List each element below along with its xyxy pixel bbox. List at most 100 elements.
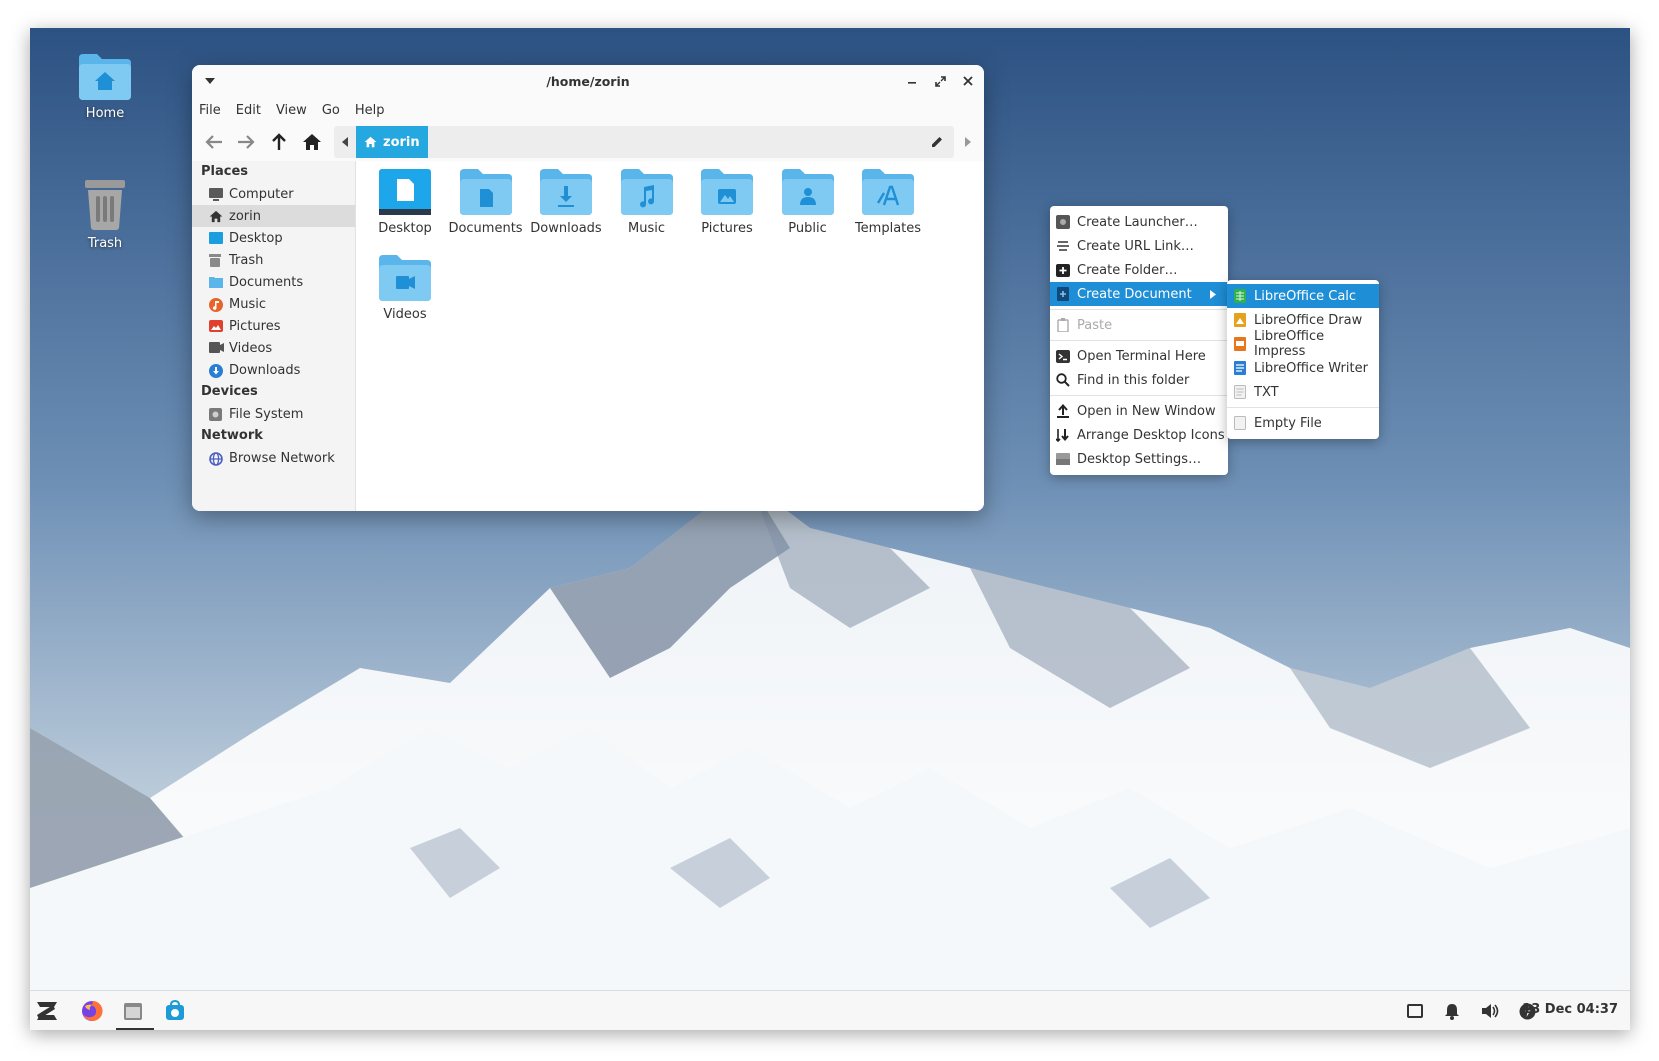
documents-icon	[209, 276, 223, 288]
firefox-icon	[82, 1000, 103, 1021]
menu-edit[interactable]: Edit	[236, 103, 261, 118]
sidebar-item-desktop[interactable]: Desktop	[192, 227, 355, 249]
software-store-button[interactable]	[160, 996, 190, 1026]
menu-item-label: Paste	[1077, 317, 1113, 333]
menu-item-label: Find in this folder	[1077, 372, 1190, 388]
menu-item-label: Create Document	[1077, 286, 1192, 302]
folder-music[interactable]: Music	[605, 165, 689, 236]
path-scroll-right-icon[interactable]	[965, 137, 971, 147]
workspace-icon	[1407, 1004, 1423, 1018]
menu-item-label: Create Launcher…	[1077, 214, 1198, 230]
menu-help[interactable]: Help	[355, 103, 385, 118]
up-button[interactable]	[265, 129, 293, 155]
forward-button[interactable]	[232, 129, 260, 155]
maximize-button[interactable]	[930, 71, 950, 91]
menu-item-empty-file[interactable]: Empty File	[1227, 411, 1379, 435]
folder-documents[interactable]: Documents	[444, 165, 528, 236]
folder-downloads[interactable]: Downloads	[524, 165, 608, 236]
minimize-button[interactable]	[902, 71, 922, 91]
file-view[interactable]: Desktop Documents Downloads Music Pictur…	[357, 161, 984, 511]
terminal-icon	[1056, 349, 1070, 363]
desktop-icon-trash[interactable]: Trash	[50, 176, 160, 251]
menu-item-open-in-new-window[interactable]: Open in New Window	[1050, 399, 1228, 423]
menu-view[interactable]: View	[276, 103, 307, 118]
firefox-button[interactable]	[77, 996, 107, 1026]
menu-bar: File Edit View Go Help	[192, 97, 984, 123]
home-icon	[303, 134, 321, 150]
trash-icon	[209, 254, 223, 267]
sidebar-item-documents[interactable]: Documents	[192, 271, 355, 293]
menu-item-libreoffice-calc[interactable]: LibreOffice Calc	[1227, 284, 1379, 308]
folder-desktop[interactable]: Desktop	[363, 165, 447, 236]
close-button[interactable]	[958, 71, 978, 91]
menu-item-libreoffice-writer[interactable]: LibreOffice Writer	[1227, 356, 1379, 380]
workspace-button[interactable]	[1400, 996, 1430, 1026]
files-button[interactable]	[118, 996, 148, 1026]
desktop-screen: Home Trash /home/zorin File Edit View Go…	[30, 28, 1630, 1030]
menu-item-label: LibreOffice Writer	[1254, 360, 1368, 376]
menu-item-label: Empty File	[1254, 415, 1322, 431]
menu-item-create-folder[interactable]: Create Folder…	[1050, 258, 1228, 282]
menu-item-create-url-link[interactable]: Create URL Link…	[1050, 234, 1228, 258]
breadcrumb-home[interactable]: zorin	[356, 126, 428, 158]
sidebar-item-browse-network[interactable]: Browse Network	[192, 447, 355, 469]
file-manager-window: /home/zorin File Edit View Go Help zorin…	[192, 65, 984, 511]
menu-item-paste: Paste	[1050, 313, 1228, 337]
menu-item-label: LibreOffice Calc	[1254, 288, 1357, 304]
text-file-icon	[1233, 385, 1247, 399]
active-app-indicator	[116, 1028, 154, 1030]
menu-item-desktop-settings[interactable]: Desktop Settings…	[1050, 447, 1228, 471]
menu-item-label: Create URL Link…	[1077, 238, 1194, 254]
sidebar-item-zorin[interactable]: zorin	[192, 205, 355, 227]
breadcrumb-label: zorin	[383, 134, 420, 150]
desktop-icon-home[interactable]: Home	[50, 50, 160, 121]
menu-separator	[1050, 340, 1228, 341]
menu-item-create-launcher[interactable]: Create Launcher…	[1050, 210, 1228, 234]
arrow-left-icon	[205, 135, 222, 149]
videos-icon	[209, 342, 224, 354]
launcher-icon	[1056, 215, 1070, 229]
sidebar-item-downloads[interactable]: Downloads	[192, 359, 355, 381]
menu-item-arrange-desktop-icons[interactable]: Arrange Desktop Icons	[1050, 423, 1228, 447]
path-scroll-left-icon[interactable]	[342, 137, 348, 147]
folder-public[interactable]: Public	[766, 165, 850, 236]
sidebar-item-music[interactable]: Music	[192, 293, 355, 315]
sidebar-item-computer[interactable]: Computer	[192, 183, 355, 205]
folder-videos[interactable]: Videos	[363, 251, 447, 322]
documents-folder-icon	[459, 169, 512, 215]
computer-icon	[209, 188, 223, 201]
back-button[interactable]	[200, 129, 228, 155]
volume-button[interactable]	[1475, 996, 1505, 1026]
menu-item-txt[interactable]: TXT	[1227, 380, 1379, 404]
path-bar[interactable]: zorin	[334, 126, 954, 158]
folder-label: Pictures	[701, 221, 753, 236]
menu-item-open-terminal-here[interactable]: Open Terminal Here	[1050, 344, 1228, 368]
menu-item-libreoffice-impress[interactable]: LibreOffice Impress	[1227, 329, 1379, 359]
menu-item-find-in-this-folder[interactable]: Find in this folder	[1050, 368, 1228, 392]
folder-templates[interactable]: Templates	[846, 165, 930, 236]
public-folder-icon	[781, 169, 834, 215]
menu-item-create-document[interactable]: Create Document	[1050, 282, 1228, 306]
taskbar: 13 Dec 04:37	[30, 990, 1630, 1030]
clock[interactable]: 13 Dec 04:37	[1522, 1002, 1618, 1017]
arrow-up-icon	[272, 133, 286, 150]
menu-item-label: LibreOffice Impress	[1254, 329, 1325, 359]
link-icon	[1056, 239, 1070, 253]
folder-pictures[interactable]: Pictures	[685, 165, 769, 236]
sidebar-item-pictures[interactable]: Pictures	[192, 315, 355, 337]
sidebar-item-label: Videos	[229, 340, 273, 356]
pencil-icon[interactable]	[930, 135, 944, 149]
menu-item-label: Open in New Window	[1077, 403, 1216, 419]
home-button[interactable]	[298, 129, 326, 155]
notifications-button[interactable]	[1437, 996, 1467, 1026]
zorin-menu-button[interactable]	[32, 996, 62, 1026]
window-titlebar[interactable]: /home/zorin	[192, 65, 984, 97]
sidebar-item-trash[interactable]: Trash	[192, 249, 355, 271]
menu-file[interactable]: File	[199, 103, 221, 118]
menu-go[interactable]: Go	[322, 103, 340, 118]
menu-separator	[1227, 407, 1379, 408]
sidebar-item-videos[interactable]: Videos	[192, 337, 355, 359]
desktop-icon-label: Home	[85, 106, 125, 121]
downloads-icon	[209, 364, 223, 378]
sidebar-item-file-system[interactable]: File System	[192, 403, 355, 425]
